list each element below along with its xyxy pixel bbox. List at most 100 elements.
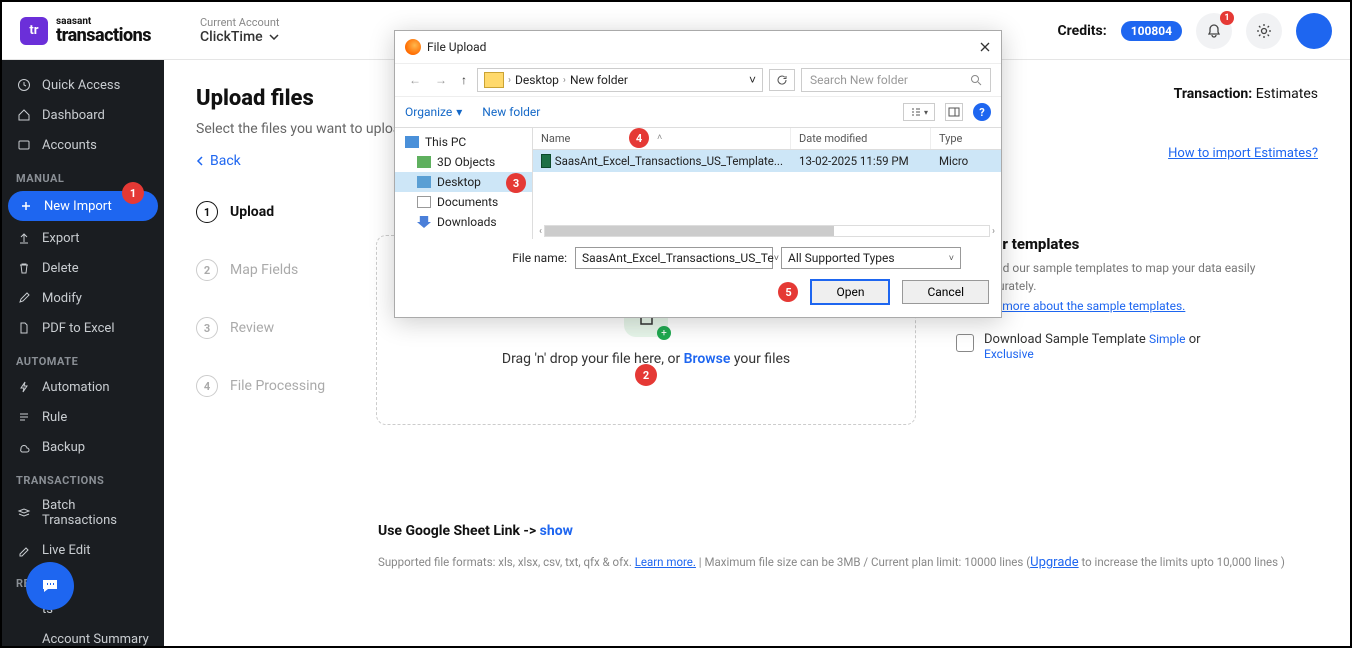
close-icon (979, 41, 991, 53)
page-title: Upload files (196, 86, 408, 111)
horizontal-scrollbar[interactable]: ‹ › (539, 225, 995, 237)
page-subtitle: Select the files you want to upload (196, 121, 408, 137)
caret-down-icon: ˅ (949, 253, 954, 264)
wallet-icon (16, 137, 32, 153)
organize-button[interactable]: Organize ▾ (405, 105, 462, 119)
sidebar-item-backup[interactable]: Backup (2, 432, 164, 462)
notifications-button[interactable]: 1 (1196, 13, 1232, 49)
home-icon (16, 107, 32, 123)
desktop-icon (417, 176, 431, 188)
col-type[interactable]: Type (931, 128, 981, 149)
pc-icon (405, 136, 419, 148)
new-folder-button[interactable]: New folder (482, 105, 540, 119)
cube-icon (417, 156, 431, 168)
sidebar-item-export[interactable]: Export (2, 223, 164, 253)
caret-down-icon: ˅ (774, 253, 779, 264)
tree-3d-objects[interactable]: 3D Objects (395, 152, 532, 172)
help-link[interactable]: How to import Estimates? (1168, 146, 1318, 161)
back-link[interactable]: Back (196, 153, 241, 169)
breadcrumb[interactable]: › Desktop › New folder ˅ (477, 68, 763, 92)
sidebar-item-accounts[interactable]: Accounts (2, 130, 164, 160)
nav-forward-button[interactable]: → (431, 71, 451, 89)
learn-more-link[interactable]: Learn more. (635, 555, 696, 569)
templates-desc: Download our sample templates to map you… (956, 259, 1266, 295)
refresh-button[interactable] (769, 69, 795, 91)
sidebar-item-live-edit[interactable]: Live Edit (2, 535, 164, 565)
document-icon (956, 334, 974, 352)
settings-button[interactable] (1246, 13, 1282, 49)
step-review[interactable]: 3Review (196, 317, 336, 339)
nav-up-button[interactable]: ↑ (457, 71, 471, 89)
annotation-badge-1: 1 (122, 182, 144, 204)
help-button[interactable]: ? (973, 103, 991, 121)
download-icon (417, 216, 431, 228)
sidebar-item-pdf-to-excel[interactable]: PDF to Excel (2, 313, 164, 343)
trash-icon (16, 260, 32, 276)
sidebar-item-rule[interactable]: Rule (2, 402, 164, 432)
refresh-icon (776, 74, 788, 86)
filename-label: File name: (507, 251, 567, 265)
preview-pane-button[interactable] (945, 103, 963, 121)
step-map-fields[interactable]: 2Map Fields (196, 259, 336, 281)
doc-icon (16, 631, 32, 646)
search-icon (970, 74, 982, 86)
credits-value[interactable]: 100804 (1121, 21, 1182, 41)
sidebar-item-dashboard[interactable]: Dashboard (2, 100, 164, 130)
upgrade-link[interactable]: Upgrade (1030, 555, 1078, 570)
open-button[interactable]: Open (810, 279, 890, 305)
sidebar-item-delete[interactable]: Delete (2, 253, 164, 283)
browse-link[interactable]: Browse (684, 351, 731, 367)
folder-icon (484, 72, 504, 88)
download-template-text: Download Sample Template Simple or Exclu… (984, 332, 1201, 362)
step-upload[interactable]: 1Upload (196, 201, 336, 223)
tree-documents[interactable]: Documents (395, 192, 532, 212)
upload-icon (16, 230, 32, 246)
tree-desktop[interactable]: Desktop 3 (395, 172, 532, 192)
formats-text: Supported file formats: xls, xlsx, csv, … (378, 555, 1318, 570)
gear-icon (1256, 23, 1272, 39)
nav-back-button[interactable]: ← (405, 71, 425, 89)
col-date[interactable]: Date modified (791, 128, 931, 149)
dialog-title: File Upload (427, 40, 486, 54)
annotation-badge-5: 5 (778, 282, 798, 302)
filename-input[interactable]: SaasAnt_Excel_Transactions_US_Te˅ (575, 247, 773, 269)
search-input[interactable]: Search New folder (801, 68, 991, 92)
avatar[interactable] (1296, 13, 1332, 49)
annotation-badge-2: 2 (635, 364, 657, 386)
template-exclusive-link[interactable]: Exclusive (984, 347, 1034, 361)
credits-label: Credits: (1058, 23, 1107, 39)
sidebar-item-batch[interactable]: Batch Transactions (2, 491, 164, 535)
view-options-button[interactable]: ▾ (903, 103, 935, 121)
gsheet-show-link[interactable]: show (540, 523, 573, 539)
documents-icon (417, 196, 431, 208)
firefox-icon (405, 39, 421, 55)
close-button[interactable] (979, 41, 991, 53)
annotation-badge-4: 4 (629, 128, 649, 148)
transaction-label: Transaction: Estimates (1168, 86, 1318, 102)
col-name[interactable]: Name 4 ˄ (533, 128, 791, 149)
file-row[interactable]: SaasAnt_Excel_Transactions_US_Template..… (533, 150, 1001, 172)
chat-button[interactable] (26, 562, 74, 610)
chevron-down-icon (269, 34, 279, 40)
sidebar-item-reports-1[interactable]: ts (2, 594, 164, 624)
step-list: 1Upload 2Map Fields 3Review 4File Proces… (196, 201, 336, 433)
sort-asc-icon: ˄ (657, 132, 662, 143)
scroll-left-icon: ‹ (539, 226, 542, 237)
logo[interactable]: tr saasant transactions (20, 17, 180, 45)
list-view-icon (910, 106, 922, 118)
sidebar-item-account-summary[interactable]: Account Summary (2, 624, 164, 646)
account-selector[interactable]: Current Account ClickTime (200, 16, 280, 45)
tree-this-pc[interactable]: This PC (395, 132, 532, 152)
sidebar-item-quick-access[interactable]: Quick Access (2, 70, 164, 100)
templates-title: Use our templates (956, 235, 1266, 253)
filetype-select[interactable]: All Supported Types˅ (781, 247, 961, 269)
sidebar-item-modify[interactable]: Modify (2, 283, 164, 313)
sidebar-item-automation[interactable]: Automation (2, 372, 164, 402)
sidebar-header-automate: AUTOMATE (2, 343, 164, 372)
template-simple-link[interactable]: Simple (1149, 332, 1186, 346)
cancel-button[interactable]: Cancel (902, 280, 989, 304)
tree-downloads[interactable]: Downloads (395, 212, 532, 232)
account-label: Current Account (200, 16, 280, 29)
file-upload-dialog: File Upload ← → ↑ › Desktop › New folder… (394, 30, 1002, 318)
step-file-processing[interactable]: 4File Processing (196, 375, 336, 397)
